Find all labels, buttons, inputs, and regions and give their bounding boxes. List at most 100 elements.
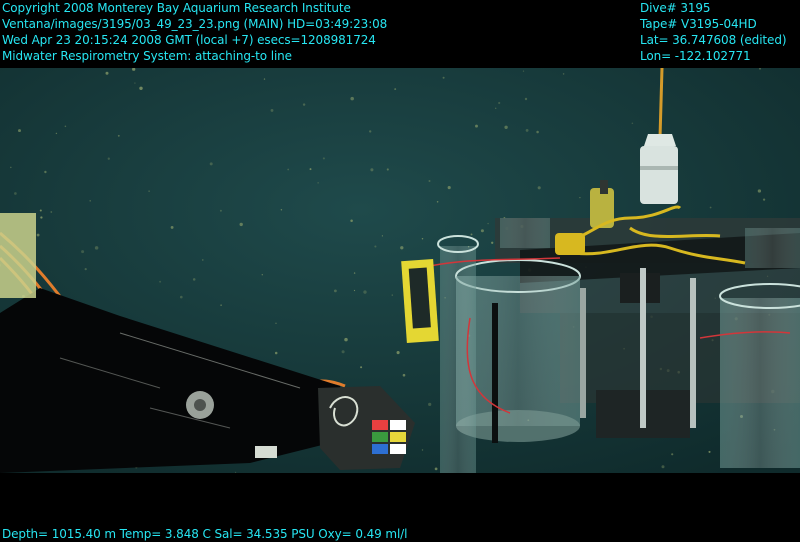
snow-particle [491,241,494,244]
snow-particle [341,350,345,354]
snow-particle [350,219,353,223]
snow-particle [18,129,21,133]
snow-particle [374,245,377,248]
snow-particle [498,101,501,105]
snow-particle [394,88,397,91]
snow-particle [40,216,43,219]
snow-particle [139,86,143,91]
snow-particle [370,168,374,172]
snow-particle [270,108,274,112]
snow-particle [631,122,634,125]
snow-particle [475,124,478,128]
snow-particle [275,322,277,325]
snow-particle [55,132,58,135]
snow-particle [762,198,766,201]
snow-particle [428,179,431,183]
snow-particle [487,222,489,225]
snow-particle [333,289,337,293]
snow-particle [494,107,497,110]
snow-particle [421,237,424,240]
snow-particle [134,82,136,84]
snow-particle [89,200,91,202]
snow-particle [353,272,356,274]
longitude: Lon= -122.102771 [640,49,751,63]
snow-particle [159,280,162,283]
snow-particle [400,246,404,250]
snow-particle [105,71,109,75]
snow-particle [344,337,348,342]
activity-line: Midwater Respirometry System: attaching-… [2,49,292,63]
snow-particle [263,78,266,80]
snow-particle [84,268,87,271]
snow-particle [353,289,356,292]
snow-particle [757,189,762,193]
snow-particle [708,450,711,453]
snow-particle [302,103,306,106]
snow-particle [274,351,278,355]
snow-particle [36,233,40,237]
snow-particle [447,186,451,190]
snow-particle [148,190,150,192]
snow-particle [525,128,529,132]
snow-particle [436,201,439,203]
snow-particle [470,233,473,236]
snow-particle [117,134,120,137]
latitude: Lat= 36.747608 (edited) [640,33,787,47]
snow-particle [64,125,67,128]
snow-particle [524,97,528,101]
snow-particle [322,157,325,160]
snow-particle [480,229,484,233]
snow-particle [504,125,508,129]
snow-particle [14,192,17,195]
snow-particle [219,209,222,212]
snow-particle [192,278,196,281]
snow-particle [391,294,394,296]
underwater-scene [0,68,800,473]
snow-particle [81,250,85,254]
timestamp-line: Wed Apr 23 20:15:24 2008 GMT (local +7) … [2,33,376,47]
snow-particle [661,465,665,469]
image-path-line: Ventana/images/3195/03_49_23_23.png (MAI… [2,17,388,31]
snow-particle [202,259,204,261]
snow-particle [209,162,213,166]
snow-particle [522,70,525,72]
snow-particle [396,351,400,355]
tape-number: Tape# V3195-04HD [640,17,757,31]
snow-particle [363,290,367,294]
snow-particle [10,166,12,169]
snow-particle [261,274,263,276]
snow-particle [220,304,222,306]
header-right: Dive# 3195 Tape# V3195-04HD Lat= 36.7476… [640,0,787,64]
snow-particle [579,196,581,199]
snow-particle [402,373,406,377]
snow-particle [421,449,424,451]
snow-particle [309,168,312,171]
copyright-line: Copyright 2008 Monterey Bay Aquarium Res… [2,1,351,15]
snow-particle [350,96,354,101]
snow-particle [50,211,53,213]
snow-particle [709,206,712,209]
snow-particle [381,235,384,237]
instrument-canister [640,134,678,204]
snow-particle [442,76,445,79]
snow-particle [386,168,389,171]
snow-particle [234,471,237,473]
snow-particle [360,366,363,369]
header-left: Copyright 2008 Monterey Bay Aquarium Res… [2,0,387,64]
snow-particle [44,170,47,174]
snow-particle [280,209,283,211]
snow-particle [287,168,290,171]
snow-particle [317,182,319,184]
dive-number: Dive# 3195 [640,1,711,15]
snow-particle [369,130,372,133]
snow-particle [94,246,99,250]
snow-particle [428,402,432,407]
snow-particle [434,467,438,471]
snow-particle [179,295,183,299]
yellow-sensor-box [401,258,439,344]
snow-particle [170,225,174,229]
snow-particle [536,130,539,134]
snow-particle [671,453,674,456]
snow-particle [39,209,42,212]
snow-particle [562,73,565,75]
